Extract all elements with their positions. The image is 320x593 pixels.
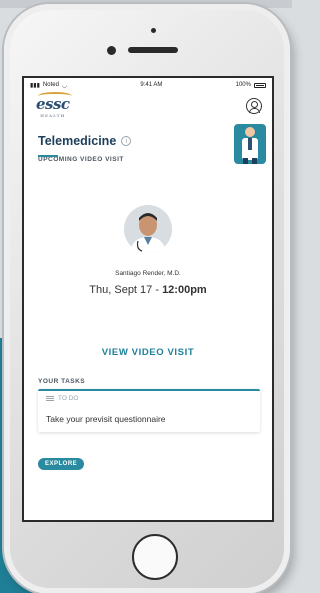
view-video-visit-button[interactable]: VIEW VIDEO VISIT xyxy=(24,347,272,358)
info-icon[interactable]: i xyxy=(121,136,132,146)
visit-datetime: Thu, Sept 17 - 12:00pm xyxy=(42,284,254,296)
your-tasks-label: YOUR TASKS xyxy=(38,378,86,385)
doctor-illustration xyxy=(234,124,266,164)
home-button[interactable] xyxy=(132,534,178,580)
doctor-name: Santiago Render, M.D. xyxy=(115,270,181,277)
app-logo[interactable]: essc HEALTH xyxy=(36,91,72,118)
battery-percent: 100% xyxy=(235,82,251,88)
explore-button[interactable]: EXPLORE xyxy=(38,458,85,470)
app-header: essc HEALTH xyxy=(24,91,272,120)
upcoming-visit-card: Santiago Render, M.D. Thu, Sept 17 - 12:… xyxy=(42,205,254,317)
battery-icon xyxy=(253,82,266,88)
signal-icon: ▮▮▮ xyxy=(30,82,40,89)
telemedicine-header: Telemedicine i xyxy=(24,120,272,170)
task-item[interactable]: Take your previsit questionnaire xyxy=(46,414,252,424)
todo-label: TO DO xyxy=(58,395,79,402)
status-time: 9:41 AM xyxy=(140,82,163,88)
list-icon xyxy=(46,396,54,401)
profile-icon[interactable] xyxy=(246,98,262,114)
page-title-text: Telemedicine xyxy=(38,134,117,148)
doctor-avatar xyxy=(124,205,172,253)
logo-arc xyxy=(38,91,72,100)
app-screen: ▮▮▮ Noted ◡ 9:41 AM 100% essc HEALTH Tel… xyxy=(22,76,274,522)
carrier-label: Noted xyxy=(42,82,59,88)
visit-time: 12:00pm xyxy=(162,284,207,296)
todo-header: TO DO xyxy=(46,395,252,402)
wifi-icon: ◡ xyxy=(61,82,68,89)
sensor-dot xyxy=(151,28,156,33)
visit-date: Thu, Sept 17 - xyxy=(89,284,163,296)
tasks-card[interactable]: TO DO Take your previsit questionnaire xyxy=(38,389,260,432)
page-title: Telemedicine i xyxy=(38,134,132,148)
status-bar: ▮▮▮ Noted ◡ 9:41 AM 100% xyxy=(24,78,272,92)
title-underline xyxy=(38,155,58,157)
earpiece-speaker xyxy=(128,47,178,53)
front-camera xyxy=(107,46,116,55)
logo-subtext: HEALTH xyxy=(40,112,66,118)
